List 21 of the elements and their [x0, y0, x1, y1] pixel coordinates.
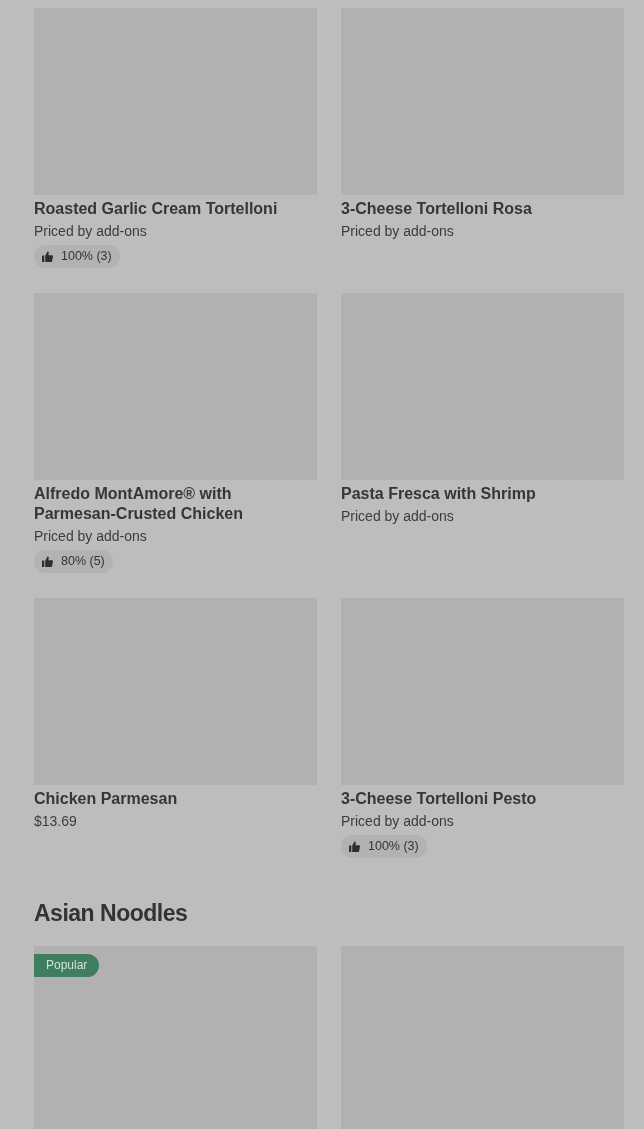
item-name[interactable]: Pasta Fresca with Shrimp	[341, 484, 624, 504]
image-placeholder[interactable]: Popular	[34, 946, 317, 1129]
item-name[interactable]: 3-Cheese Tortelloni Pesto	[341, 789, 624, 809]
item-price: Priced by add-ons	[341, 812, 455, 831]
rating-text: 80% (5)	[61, 553, 105, 570]
item-name[interactable]: Roasted Garlic Cream Tortelloni	[34, 199, 317, 219]
item-name[interactable]: Chicken Parmesan	[34, 789, 317, 809]
item-name[interactable]: Alfredo MontAmore® with Parmesan-Crusted Chicken	[34, 484, 317, 524]
thumbs-up-icon	[349, 841, 360, 852]
thumbs-up-icon	[42, 556, 53, 567]
item-price: Priced by add-ons	[341, 222, 455, 241]
item-price: $13.69	[34, 812, 78, 831]
rating-text: 100% (3)	[61, 248, 112, 265]
item-price: Priced by add-ons	[341, 507, 455, 526]
section-heading: Asian Noodles	[34, 899, 189, 928]
item-price: Priced by add-ons	[34, 527, 148, 546]
thumbs-up-icon	[42, 251, 53, 262]
item-price: Priced by add-ons	[34, 222, 148, 241]
popular-badge: Popular	[34, 954, 100, 977]
item-name[interactable]: 3-Cheese Tortelloni Rosa	[341, 199, 624, 219]
rating-text: 100% (3)	[368, 838, 419, 855]
